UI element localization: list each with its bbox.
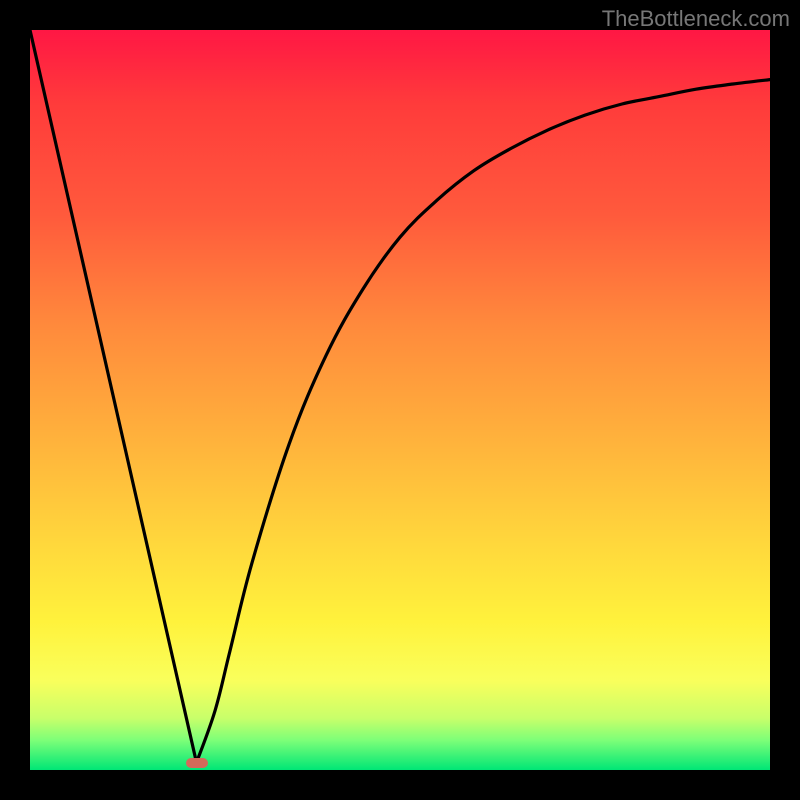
minimum-marker [186, 758, 208, 768]
bottleneck-curve-line [30, 30, 770, 763]
chart-line-layer [30, 30, 770, 770]
watermark-text: TheBottleneck.com [602, 6, 790, 32]
bottleneck-chart: TheBottleneck.com [0, 0, 800, 800]
